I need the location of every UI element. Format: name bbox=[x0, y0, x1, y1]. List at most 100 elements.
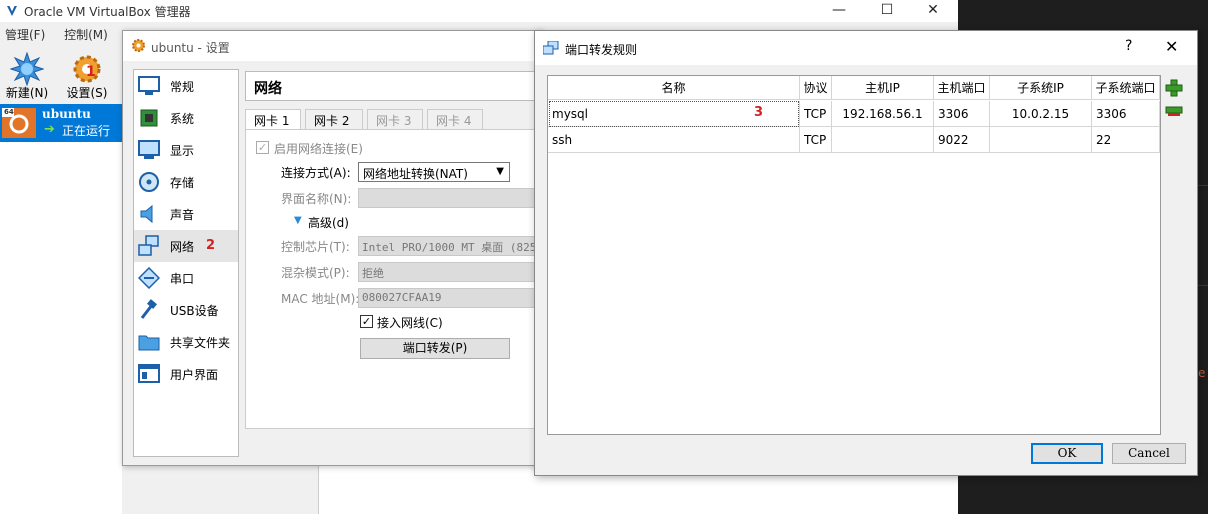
category-user-interface[interactable]: 用户界面 bbox=[134, 358, 238, 390]
audio-speaker-icon bbox=[140, 204, 153, 224]
menu-file[interactable]: 管理(F) bbox=[5, 28, 45, 42]
adapter-type-select[interactable]: Intel PRO/1000 MT 桌面 (82540 bbox=[358, 236, 542, 256]
attach-mode-label: 连接方式(A): bbox=[281, 166, 351, 180]
dropdown-arrow-icon: ▼ bbox=[496, 166, 504, 177]
ok-button[interactable]: OK bbox=[1031, 443, 1103, 464]
table-cell-protocol[interactable]: TCP bbox=[800, 127, 832, 153]
main-menubar: 管理(F) 控制(M) bbox=[0, 26, 118, 46]
table-cell-name[interactable]: ssh bbox=[548, 127, 800, 153]
shared-folder-icon bbox=[138, 335, 160, 351]
settings-category-list: 常规 系统 显示 存储 声音 网络 2 串口 USB设备 共享文件夹 用户界面 bbox=[133, 69, 239, 457]
advanced-toggle[interactable]: 高级(d) bbox=[308, 214, 349, 231]
help-button[interactable]: ? bbox=[1125, 38, 1132, 54]
port-forwarding-network-icon bbox=[543, 41, 559, 55]
virtualbox-logo-icon bbox=[7, 6, 17, 16]
port-forwarding-button[interactable]: 端口转发(P) bbox=[360, 338, 510, 359]
page-title: 网络 bbox=[254, 81, 282, 97]
tab-adapter-3[interactable]: 网卡 3 bbox=[367, 109, 423, 129]
close-dialog-button[interactable]: ✕ bbox=[1165, 37, 1178, 56]
main-window-title: Oracle VM VirtualBox 管理器 bbox=[24, 5, 191, 19]
vm-list: 64 ubuntu ➔ 正在运行 bbox=[0, 104, 122, 514]
settings-titlebar: ubuntu - 设置 bbox=[123, 31, 541, 61]
promiscuous-mode-select[interactable]: 拒绝 bbox=[358, 262, 542, 282]
attach-mode-select[interactable]: 网络地址转换(NAT) ▼ bbox=[358, 162, 510, 182]
column-header-guest-ip[interactable]: 子系统IP bbox=[990, 76, 1092, 100]
column-header-name[interactable]: 名称 bbox=[548, 76, 800, 100]
vm-list-item-ubuntu[interactable]: 64 ubuntu ➔ 正在运行 bbox=[0, 104, 122, 142]
settings-title-gear-icon bbox=[132, 39, 145, 52]
background-text-fragment: e bbox=[1198, 366, 1206, 380]
category-general[interactable]: 常规 bbox=[134, 70, 238, 102]
user-interface-icon bbox=[138, 364, 160, 383]
cable-connected-checkbox[interactable]: ✓ bbox=[360, 315, 373, 328]
running-arrow-icon: ➔ bbox=[44, 122, 55, 137]
table-cell-guest-port[interactable]: 22 bbox=[1092, 127, 1160, 153]
cable-connected-label: 接入网线(C) bbox=[377, 316, 443, 330]
port-forwarding-table: 名称 协议 主机IP 主机端口 子系统IP 子系统端口 mysql TCP 19… bbox=[547, 75, 1161, 435]
interface-name-field[interactable] bbox=[358, 188, 542, 208]
category-audio[interactable]: 声音 bbox=[134, 198, 238, 230]
usb-icon bbox=[140, 299, 157, 319]
category-shared-folders[interactable]: 共享文件夹 bbox=[134, 326, 238, 358]
category-storage[interactable]: 存储 bbox=[134, 166, 238, 198]
mac-address-field[interactable]: 080027CFAA19 bbox=[358, 288, 542, 308]
tab-adapter-2[interactable]: 网卡 2 bbox=[305, 109, 363, 129]
adapter-panel: ✓ 启用网络连接(E) 连接方式(A): 网络地址转换(NAT) ▼ 界面名称(… bbox=[245, 129, 542, 429]
table-cell-host-port[interactable]: 3306 bbox=[934, 101, 990, 127]
table-cell-protocol[interactable]: TCP bbox=[800, 101, 832, 127]
column-header-guest-port[interactable]: 子系统端口 bbox=[1092, 76, 1160, 100]
settings-title: ubuntu - 设置 bbox=[151, 41, 230, 55]
table-cell-host-port[interactable]: 9022 bbox=[934, 127, 990, 153]
new-vm-button[interactable]: 新建(N) bbox=[4, 52, 50, 102]
main-titlebar: Oracle VM VirtualBox 管理器 — ☐ ✕ bbox=[0, 0, 958, 22]
adapter-tabs: 网卡 1 网卡 2 网卡 3 网卡 4 bbox=[245, 109, 541, 130]
new-starburst-icon bbox=[10, 52, 44, 86]
tab-adapter-4[interactable]: 网卡 4 bbox=[427, 109, 483, 129]
table-cell-guest-ip[interactable]: 10.0.2.15 bbox=[990, 101, 1092, 127]
mac-address-label: MAC 地址(M): bbox=[281, 292, 360, 306]
cancel-button[interactable]: Cancel bbox=[1112, 443, 1186, 464]
settings-dialog: ubuntu - 设置 常规 系统 显示 存储 声音 网络 2 串口 USB设备… bbox=[122, 30, 542, 466]
category-network[interactable]: 网络 2 bbox=[134, 230, 238, 262]
network-annotation: 2 bbox=[206, 238, 216, 253]
arch-badge: 64 bbox=[4, 108, 14, 116]
category-usb[interactable]: USB设备 bbox=[134, 294, 238, 326]
port-forwarding-title: 端口转发规则 bbox=[565, 43, 638, 57]
table-annotation: 3 bbox=[754, 105, 764, 120]
column-header-protocol[interactable]: 协议 bbox=[800, 76, 832, 100]
maximize-button[interactable]: ☐ bbox=[864, 0, 910, 22]
remove-rule-icon[interactable] bbox=[1165, 101, 1183, 119]
storage-disc-icon bbox=[139, 172, 159, 192]
category-system[interactable]: 系统 bbox=[134, 102, 238, 134]
vm-status: 正在运行 bbox=[62, 124, 111, 138]
adapter-type-label: 控制芯片(T): bbox=[281, 240, 350, 254]
table-cell-guest-port[interactable]: 3306 bbox=[1092, 101, 1160, 127]
category-serial[interactable]: 串口 bbox=[134, 262, 238, 294]
enable-adapter-label: 启用网络连接(E) bbox=[274, 142, 363, 156]
tab-adapter-1[interactable]: 网卡 1 bbox=[245, 109, 301, 130]
new-vm-label: 新建(N) bbox=[5, 86, 49, 100]
column-header-host-port[interactable]: 主机端口 bbox=[934, 76, 990, 100]
table-cell-guest-ip[interactable] bbox=[990, 127, 1092, 153]
add-rule-icon[interactable] bbox=[1165, 79, 1183, 97]
system-chip-icon bbox=[140, 109, 158, 127]
menu-machine[interactable]: 控制(M) bbox=[64, 28, 108, 42]
interface-name-label: 界面名称(N): bbox=[281, 192, 352, 206]
network-icon bbox=[138, 235, 159, 256]
category-display[interactable]: 显示 bbox=[134, 134, 238, 166]
serial-port-icon bbox=[138, 267, 160, 289]
settings-badge-annotation: 1 bbox=[86, 64, 96, 80]
port-forwarding-titlebar: 端口转发规则 ? ✕ bbox=[535, 31, 1197, 65]
vm-name: ubuntu bbox=[42, 107, 91, 121]
minimize-button[interactable]: — bbox=[816, 0, 862, 22]
settings-button[interactable]: 1 设置(S) bbox=[62, 52, 112, 102]
expand-triangle-icon[interactable]: ▼ bbox=[294, 215, 302, 226]
display-monitor-icon bbox=[138, 140, 160, 159]
column-header-host-ip[interactable]: 主机IP bbox=[832, 76, 934, 100]
enable-adapter-checkbox[interactable]: ✓ bbox=[256, 141, 269, 154]
close-button[interactable]: ✕ bbox=[910, 0, 956, 22]
port-forwarding-dialog: 端口转发规则 ? ✕ 名称 协议 主机IP 主机端口 子系统IP 子系统端口 m… bbox=[534, 30, 1198, 476]
table-cell-host-ip[interactable]: 192.168.56.1 bbox=[832, 101, 934, 127]
table-cell-host-ip[interactable] bbox=[832, 127, 934, 153]
promiscuous-mode-label: 混杂模式(P): bbox=[281, 266, 350, 280]
